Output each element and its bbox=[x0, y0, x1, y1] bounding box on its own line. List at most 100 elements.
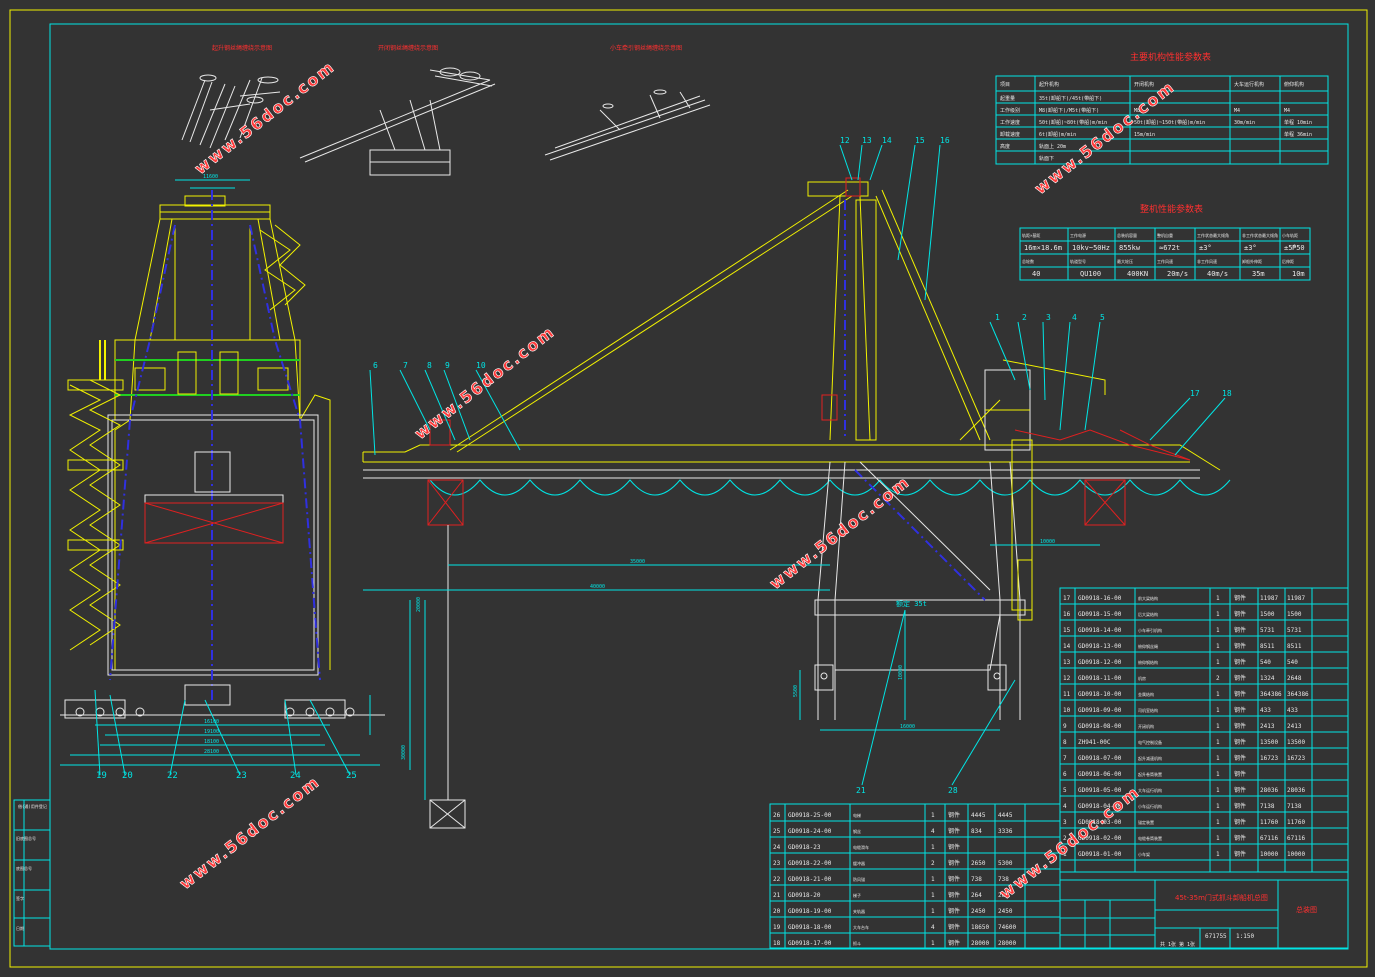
bom-left-cell: 834 bbox=[971, 828, 982, 835]
overall-param-head: 小车轨距 bbox=[1282, 232, 1298, 238]
bom-right-cell: 钢件 bbox=[1234, 834, 1246, 842]
overall-param-head: 总装机容量 bbox=[1117, 232, 1137, 238]
overall-param-head: 最大轮压 bbox=[1117, 258, 1133, 264]
bom-right-cell: 10 bbox=[1063, 707, 1071, 714]
side-dim-back: 10000 bbox=[1040, 539, 1055, 545]
bom-left-cell: 梯子 bbox=[853, 892, 861, 898]
main-params-cell: 单程 36min bbox=[1284, 131, 1312, 138]
bom-right-cell: 11760 bbox=[1260, 819, 1278, 826]
side-balloon-17: 17 bbox=[1190, 389, 1200, 398]
bom-right-cell: 11760 bbox=[1287, 819, 1305, 826]
side-balloon-10: 10 bbox=[476, 361, 486, 370]
overall-param-head: 非工作状态最大倾角 bbox=[1242, 232, 1278, 238]
front-balloon-19: 19 bbox=[96, 771, 107, 781]
main-params-cell: 轨面下 bbox=[1039, 155, 1054, 162]
bom-right-cell: 金属结构 bbox=[1138, 691, 1154, 697]
bom-right-cell: 16723 bbox=[1260, 755, 1278, 762]
bom-left-cell: 28000 bbox=[998, 940, 1016, 947]
main-params-cell: M8(卸船下)/M5t(带船下) bbox=[1039, 107, 1099, 114]
bom-right-cell: 后大梁结构 bbox=[1138, 611, 1158, 617]
bom-right-cell: GD0918-05-00 bbox=[1078, 787, 1122, 794]
bom-left-cell: 4445 bbox=[998, 812, 1013, 819]
bom-left-cell: 5300 bbox=[998, 860, 1013, 867]
bom-right-cell: 67116 bbox=[1287, 835, 1305, 842]
watermark-3: www.56doc.com bbox=[411, 322, 559, 443]
side-balloon-14: 14 bbox=[882, 136, 892, 145]
title-block: 45t-35m门式抓斗卸船机总图 总装图 671755 1:150 共 1张 第… bbox=[1059, 871, 1349, 949]
bom-right-cell: GD0918-01-00 bbox=[1078, 851, 1122, 858]
bom-right-cell: 小车架 bbox=[1138, 851, 1150, 857]
bom-left-cell: 夹轨器 bbox=[853, 908, 865, 914]
bom-right-cell: ZH941-00C bbox=[1078, 739, 1111, 746]
side-dim-portal: 16000 bbox=[900, 724, 915, 730]
front-dim-3: 18100 bbox=[204, 739, 219, 745]
detail-title-trolley: 小车牵引钢丝绳缠绕示意图 bbox=[610, 44, 682, 52]
bom-right-cell: 钢件 bbox=[1234, 722, 1246, 730]
main-params-cell: 单程 10min bbox=[1284, 119, 1312, 126]
drawing-sheet: 共 1张 第 1张 bbox=[1160, 941, 1195, 948]
main-params-cell: 50t(卸船)~150t(带船)m/min bbox=[1134, 119, 1205, 126]
bom-left-cell: 738 bbox=[971, 876, 982, 883]
overall-param-value: ±3° bbox=[1244, 244, 1257, 252]
bom-right-cell: GD0918-11-00 bbox=[1078, 675, 1122, 682]
side-dim-trolley: 35000 bbox=[630, 559, 645, 565]
bom-right-cell: 13500 bbox=[1260, 739, 1278, 746]
side-balloon-15: 15 bbox=[915, 136, 925, 145]
side-balloon-9: 9 bbox=[445, 361, 450, 370]
overall-param-head: 工作状态最大倾角 bbox=[1197, 232, 1229, 238]
bom-right-cell: 1 bbox=[1216, 739, 1220, 746]
side-balloon-21: 21 bbox=[856, 786, 866, 795]
bom-left-cell: 钢件 bbox=[948, 939, 960, 947]
bom-left-cell: GD0918-20 bbox=[788, 892, 821, 899]
bom-right-cell: 10000 bbox=[1260, 851, 1278, 858]
bom-right-cell: 5731 bbox=[1287, 627, 1302, 634]
side-balloon-18: 18 bbox=[1222, 389, 1232, 398]
bom-right-cell: 司机室结构 bbox=[1138, 707, 1158, 713]
bom-left-cell: 电缆滑车 bbox=[853, 844, 869, 850]
main-params-cell: 35t(卸船下)/45t(带船下) bbox=[1039, 95, 1102, 102]
left-margin-box: 借(通)用件登记 bbox=[13, 799, 51, 947]
watermark-5: www.56doc.com bbox=[176, 772, 324, 893]
bom-right-cell: 3 bbox=[1063, 819, 1067, 826]
bom-right-cell: 1 bbox=[1216, 659, 1220, 666]
overall-param-head: 后伸距 bbox=[1282, 258, 1294, 264]
bom-right-cell: 钢件 bbox=[1234, 626, 1246, 634]
bom-right-cell: 67116 bbox=[1260, 835, 1278, 842]
bom-left-cell: 3336 bbox=[998, 828, 1013, 835]
bom-right-cell: 钢件 bbox=[1234, 802, 1246, 810]
watermark-6: www.56doc.com bbox=[996, 782, 1144, 903]
bom-left-cell: 20 bbox=[773, 908, 781, 915]
main-params-title: 主要机构性能参数表 bbox=[1130, 51, 1211, 63]
overall-param-value: 16m×18.6m bbox=[1024, 244, 1062, 252]
left-margin-label: 旧底图总号 bbox=[16, 835, 36, 841]
overall-param-head: 轨道型号 bbox=[1070, 258, 1086, 264]
overall-param-value: 40 bbox=[1032, 270, 1040, 278]
side-balloon-3: 3 bbox=[1046, 313, 1051, 322]
main-params-cell: 卸载速度 bbox=[1000, 131, 1020, 138]
bom-left-cell: 1 bbox=[931, 908, 935, 915]
bom-right-cell: 钢件 bbox=[1234, 642, 1246, 650]
bom-right-cell: 10000 bbox=[1287, 851, 1305, 858]
bom-right-cell: 钢件 bbox=[1234, 610, 1246, 618]
bom-right-cell: 1324 bbox=[1260, 675, 1275, 682]
side-balloon-2: 2 bbox=[1022, 313, 1027, 322]
bom-right-cell: 5731 bbox=[1260, 627, 1275, 634]
overall-param-value: 10m bbox=[1292, 270, 1305, 278]
inner-frame bbox=[49, 23, 1349, 950]
bom-left-cell: 缓冲器 bbox=[853, 860, 865, 866]
drawing-scale: 1:150 bbox=[1236, 933, 1254, 940]
bom-right-cell: 钢件 bbox=[1234, 594, 1246, 602]
bom-right-cell: 8511 bbox=[1260, 643, 1275, 650]
bom-right-cell: 16 bbox=[1063, 611, 1071, 618]
overall-param-value: 20m/s bbox=[1167, 270, 1188, 278]
bom-left-cell: 钢件 bbox=[948, 875, 960, 883]
side-dim-height: 20000 bbox=[416, 597, 422, 612]
bom-right-cell: GD0918-10-00 bbox=[1078, 691, 1122, 698]
bom-left-cell: GD0918-22-00 bbox=[788, 860, 832, 867]
bom-right-cell: 2648 bbox=[1287, 675, 1302, 682]
overall-param-value: 855kw bbox=[1119, 244, 1141, 252]
main-params-cell: M4 bbox=[1284, 108, 1290, 114]
overall-param-head: 工作电源 bbox=[1070, 232, 1086, 238]
bom-left-cell: 1 bbox=[931, 844, 935, 851]
overall-param-head: 非工作风速 bbox=[1197, 258, 1217, 264]
